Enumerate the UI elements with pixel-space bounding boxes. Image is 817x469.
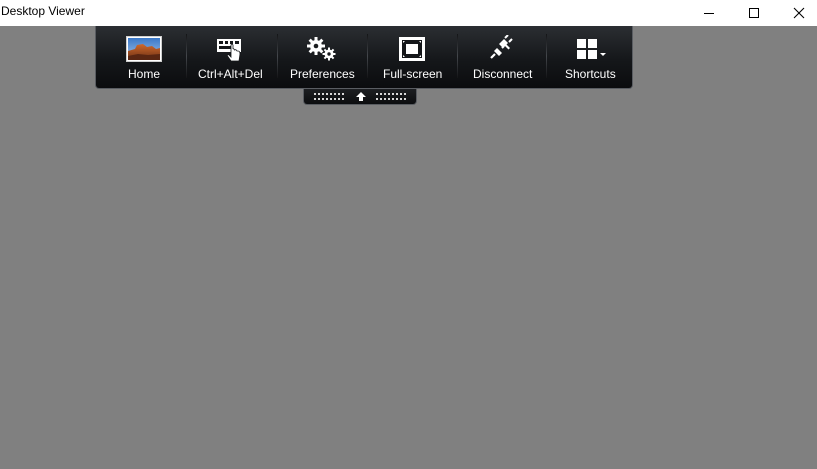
keyboard-hand-icon	[192, 35, 268, 63]
maximize-icon	[749, 8, 759, 18]
home-label: Home	[128, 67, 161, 81]
disconnect-button[interactable]: Disconnect	[463, 26, 541, 87]
viewer-toolbar: Home Ctrl+Alt+Del Preferences Full-scree…	[95, 26, 633, 89]
preferences-button[interactable]: Preferences	[281, 26, 363, 87]
close-button[interactable]	[776, 0, 817, 26]
landscape-photo-icon	[106, 35, 181, 63]
grip-dots-right	[376, 93, 406, 100]
window-title: Desktop Viewer	[1, 4, 85, 18]
shortcuts-button[interactable]: Shortcuts	[552, 26, 628, 87]
title-bar[interactable]: Desktop Viewer	[0, 0, 817, 26]
remote-desktop-area[interactable]	[0, 105, 817, 469]
grip-dots-left	[314, 93, 344, 100]
full-screen-button[interactable]: Full-screen	[373, 26, 451, 87]
ctrl-alt-del-label: Ctrl+Alt+Del	[198, 67, 263, 81]
toolbar-separator	[457, 34, 458, 78]
gears-icon	[281, 35, 363, 63]
disconnect-label: Disconnect	[473, 67, 533, 81]
toolbar-collapse-handle[interactable]	[303, 89, 417, 105]
toolbar-separator	[367, 34, 368, 78]
plug-icon	[463, 35, 541, 63]
close-icon	[793, 7, 805, 19]
minimize-icon	[704, 13, 714, 14]
toolbar-separator	[277, 34, 278, 78]
full-screen-label: Full-screen	[383, 67, 443, 81]
home-button[interactable]: Home	[106, 26, 181, 87]
maximize-button[interactable]	[731, 0, 777, 26]
desktop-viewer-window: Desktop Viewer Home Ctrl+Alt+Del Prefere…	[0, 0, 817, 469]
toolbar-separator	[546, 34, 547, 78]
shortcuts-label: Shortcuts	[565, 67, 616, 81]
ctrl-alt-del-button[interactable]: Ctrl+Alt+Del	[192, 26, 268, 87]
toolbar-separator	[186, 34, 187, 78]
grid-dropdown-icon	[552, 35, 628, 63]
arrow-up-icon	[356, 92, 366, 101]
minimize-button[interactable]	[686, 0, 732, 26]
fullscreen-icon	[373, 35, 451, 63]
preferences-label: Preferences	[290, 67, 355, 81]
